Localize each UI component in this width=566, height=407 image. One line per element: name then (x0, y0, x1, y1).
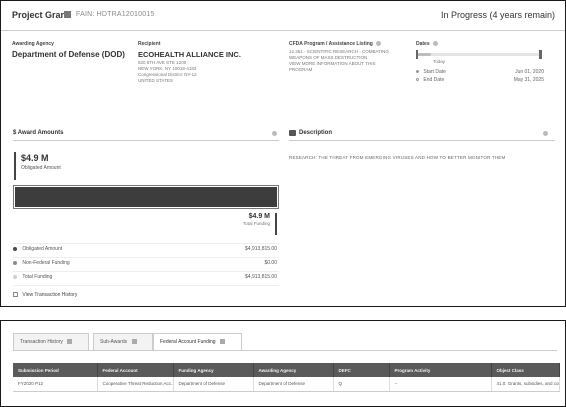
amount-value: $4,913,815.00 (245, 246, 277, 252)
timeline-progress (416, 53, 432, 56)
amount-label: Total Funding (22, 274, 53, 280)
info-icon[interactable] (376, 41, 382, 47)
divider (13, 285, 279, 286)
cfda-more-link[interactable]: VIEW MORE INFORMATION ABOUT THIS PROGRAM (289, 61, 397, 73)
total-value: $4.9 M (248, 213, 270, 220)
info-icon (219, 339, 225, 345)
dates-label: Dates (416, 41, 439, 47)
tab-federal-account-funding[interactable]: Federal Account Funding (153, 333, 242, 351)
cfda-label-text: CFDA Program / Assistance Listing (289, 41, 373, 47)
column-header[interactable]: Submission Period (13, 363, 98, 377)
start-date-label: Start Date (423, 69, 446, 75)
table-cell: Department of Defense (253, 377, 334, 392)
column-header[interactable]: Program Activity (389, 363, 492, 377)
award-status: In Progress (4 years remain) (440, 10, 555, 20)
divider (289, 140, 555, 141)
award-header: Project Grant FAIN: HDTRA12010015 In Pro… (1, 1, 565, 31)
table-cell: Q (333, 377, 390, 392)
table-header-row: Submission Period Federal Account Fundin… (13, 363, 560, 377)
divider (13, 243, 279, 244)
timeline-bar (416, 53, 542, 56)
end-date-label: End Date (423, 77, 445, 83)
table-cell: Department of Defense (173, 377, 254, 392)
info-icon[interactable] (272, 131, 277, 136)
table-cell: FY2020 P12 (13, 377, 98, 392)
amounts-title: $ Award Amounts (13, 130, 64, 136)
tab-sub-awards[interactable]: Sub-Awards (93, 333, 153, 351)
funding-bar-fill (15, 187, 277, 207)
table-cell[interactable]: Cooperative Threat Reduction Acc... (97, 377, 174, 392)
agency-name[interactable]: Department of Defense (DOD) (12, 50, 125, 59)
table-cell: -- (389, 377, 492, 392)
info-icon[interactable] (433, 41, 439, 47)
start-dot-icon (416, 70, 419, 74)
legend-dot-icon (13, 246, 17, 251)
flag-icon[interactable] (64, 11, 71, 18)
tab-label: Transaction History (20, 339, 63, 345)
tab-label: Federal Account Funding (160, 339, 216, 345)
table-cell: 41.0: Grants, subsidies, and contri... (491, 377, 560, 392)
tab-transaction-history[interactable]: Transaction History (13, 333, 89, 351)
divider (13, 140, 279, 141)
dates-label-text: Dates (416, 41, 430, 47)
timeline-start-tick (416, 50, 418, 59)
description-title: Description (299, 130, 333, 136)
column-header[interactable]: Object Class (491, 363, 560, 377)
end-date-row: End Date May 31, 2025 (416, 77, 544, 83)
amount-label: Obligated Amount (22, 246, 63, 252)
start-date-row: Start Date Jun 01, 2020 (416, 69, 544, 75)
divider (13, 271, 279, 272)
column-header[interactable]: Awarding Agency (253, 363, 334, 377)
view-transaction-history-link[interactable]: View Transaction History (13, 292, 77, 298)
obligated-label: Obligated Amount (21, 165, 61, 171)
amount-value: $0.00 (264, 260, 277, 266)
amount-value: $4,913,815.00 (245, 274, 277, 280)
today-label: Today (433, 59, 446, 64)
end-date-value: May 31, 2025 (513, 77, 544, 83)
timeline-end-tick (539, 50, 542, 59)
view-history-label: View Transaction History (22, 292, 78, 298)
column-header[interactable]: DEFC (333, 363, 390, 377)
cfda-label: CFDA Program / Assistance Listing (289, 41, 382, 47)
agency-label: Awarding Agency (12, 41, 54, 47)
federal-account-table: Submission Period Federal Account Fundin… (13, 363, 560, 392)
fain-id: FAIN: HDTRA12010015 (76, 11, 155, 18)
funding-table-panel: Transaction History Sub-Awards Federal A… (0, 320, 566, 407)
table-row: FY2020 P12 Cooperative Threat Reduction … (13, 377, 560, 392)
column-header[interactable]: Federal Account (97, 363, 174, 377)
funding-bar (13, 185, 279, 209)
tab-label: Sub-Awards (100, 339, 128, 345)
divider (13, 257, 279, 258)
obligated-value: $4.9 M (21, 153, 49, 163)
amount-label: Non-Federal Funding (22, 260, 70, 266)
recipient-name[interactable]: ECOHEALTH ALLIANCE INC. (138, 50, 241, 59)
start-date-value: Jun 01, 2020 (515, 69, 544, 75)
info-icon (67, 339, 73, 345)
recipient-label: Recipient (138, 41, 161, 47)
speech-bubble-icon (289, 130, 296, 136)
column-header[interactable]: Funding Agency (173, 363, 254, 377)
legend-dot-icon (13, 274, 17, 279)
cfda-program: 12.351 - SCIENTIFIC RESEARCH - COMBATING… (289, 49, 397, 73)
divider (13, 350, 557, 351)
award-type: Project Grant (12, 10, 70, 20)
total-label: Total Funding (242, 221, 270, 226)
table-icon (13, 292, 18, 298)
recipient-address: 520 8TH AVE STE 1200 NEW YORK, NY 10018-… (138, 60, 248, 84)
legend-dot-icon (13, 260, 17, 265)
address-line: UNITED STATES (138, 78, 173, 83)
award-summary-panel: Project Grant FAIN: HDTRA12010015 In Pro… (0, 0, 566, 307)
total-summary: $4.9 M Total Funding (217, 213, 277, 235)
info-icon[interactable] (543, 131, 548, 136)
end-dot-icon (416, 78, 419, 82)
description-text: RESEARCH: THE THREAT FROM EMERGING VIRUS… (289, 155, 506, 160)
obligated-summary: $4.9 M Obligated Amount (14, 152, 80, 180)
info-icon (131, 339, 137, 345)
